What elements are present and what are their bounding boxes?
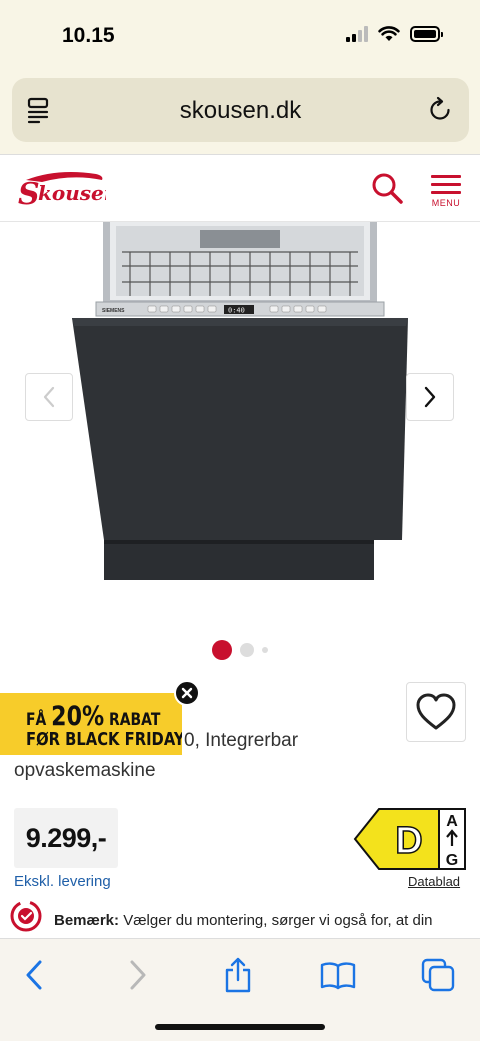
share-icon xyxy=(225,957,251,993)
cellular-signal-icon xyxy=(346,26,368,42)
home-indicator xyxy=(155,1024,325,1030)
dishwasher-image[interactable]: SIEMENS 0:40 xyxy=(70,222,410,582)
search-icon[interactable] xyxy=(370,171,404,205)
datasheet-link[interactable]: Datablad xyxy=(408,874,460,889)
price: 9.299,- xyxy=(25,822,107,853)
forward-button[interactable] xyxy=(118,955,158,995)
battery-icon xyxy=(410,26,443,42)
skousen-logo[interactable]: S kousen xyxy=(12,166,106,212)
product-title-line2: opvaskemaskine xyxy=(14,760,156,781)
energy-scale-top: A xyxy=(446,813,458,830)
back-button[interactable] xyxy=(14,955,54,995)
energy-label[interactable]: D A G xyxy=(353,808,466,870)
heart-icon xyxy=(416,693,456,730)
promo-prefix: FÅ xyxy=(26,710,47,730)
promo-percent: 20% xyxy=(51,701,105,732)
pagination-dot[interactable] xyxy=(262,647,268,653)
forward-icon xyxy=(130,960,146,990)
status-time: 10.15 xyxy=(62,24,115,47)
url-text[interactable]: skousen.dk xyxy=(12,97,469,125)
installation-service-icon xyxy=(10,900,42,932)
wifi-icon xyxy=(378,26,400,41)
gallery-pagination xyxy=(0,640,480,660)
tabs-icon xyxy=(421,958,455,992)
reload-icon[interactable] xyxy=(425,95,455,125)
energy-scale-bottom: G xyxy=(446,852,458,869)
logo-wordmark: kousen xyxy=(38,181,106,205)
display-text-on-image: 0:40 xyxy=(228,307,245,315)
energy-class: D xyxy=(395,820,422,862)
promo-line1: FÅ 20% RABAT xyxy=(26,701,160,732)
tabs-button[interactable] xyxy=(418,955,458,995)
gallery-next-button[interactable] xyxy=(406,373,454,421)
notice-text: Bemærk: Vælger du montering, sørger vi o… xyxy=(54,912,433,929)
chevron-left-icon xyxy=(43,386,55,408)
browser-address-area: skousen.dk xyxy=(0,70,480,154)
pagination-dot[interactable] xyxy=(240,643,254,657)
hamburger-icon xyxy=(428,175,464,194)
delivery-note[interactable]: Ekskl. levering xyxy=(14,873,111,890)
notice-body: Vælger du montering, sørger vi også for,… xyxy=(123,912,433,929)
notice-label: Bemærk: xyxy=(54,912,120,929)
bookmarks-icon xyxy=(320,962,356,990)
close-icon xyxy=(181,687,193,699)
back-icon xyxy=(26,960,42,990)
brand-text-on-image: SIEMENS xyxy=(102,308,125,314)
address-bar[interactable]: skousen.dk xyxy=(12,78,469,142)
promo-banner[interactable]: FÅ 20% RABAT FØR BLACK FRIDAY xyxy=(0,693,182,755)
site-header: S kousen MENU xyxy=(0,154,480,222)
pagination-dot-active[interactable] xyxy=(212,640,232,660)
promo-line2: FØR BLACK FRIDAY xyxy=(26,729,185,750)
menu-label: MENU xyxy=(431,198,461,208)
mounting-notice: Bemærk: Vælger du montering, sørger vi o… xyxy=(8,898,480,942)
share-button[interactable] xyxy=(218,955,258,995)
gallery-prev-button[interactable] xyxy=(25,373,73,421)
promo-close-button[interactable] xyxy=(174,680,200,706)
price-box: 9.299,- xyxy=(14,808,118,868)
product-gallery[interactable]: SIEMENS 0:40 xyxy=(0,222,480,622)
menu-button[interactable]: MENU xyxy=(428,175,464,211)
favorite-button[interactable] xyxy=(406,682,466,742)
status-bar: 10.15 xyxy=(0,0,480,70)
logo-letter-s: S xyxy=(18,177,40,212)
status-icons xyxy=(346,26,443,42)
promo-suffix: RABAT xyxy=(109,710,161,730)
chevron-right-icon xyxy=(424,386,436,408)
bookmarks-button[interactable] xyxy=(318,955,358,995)
